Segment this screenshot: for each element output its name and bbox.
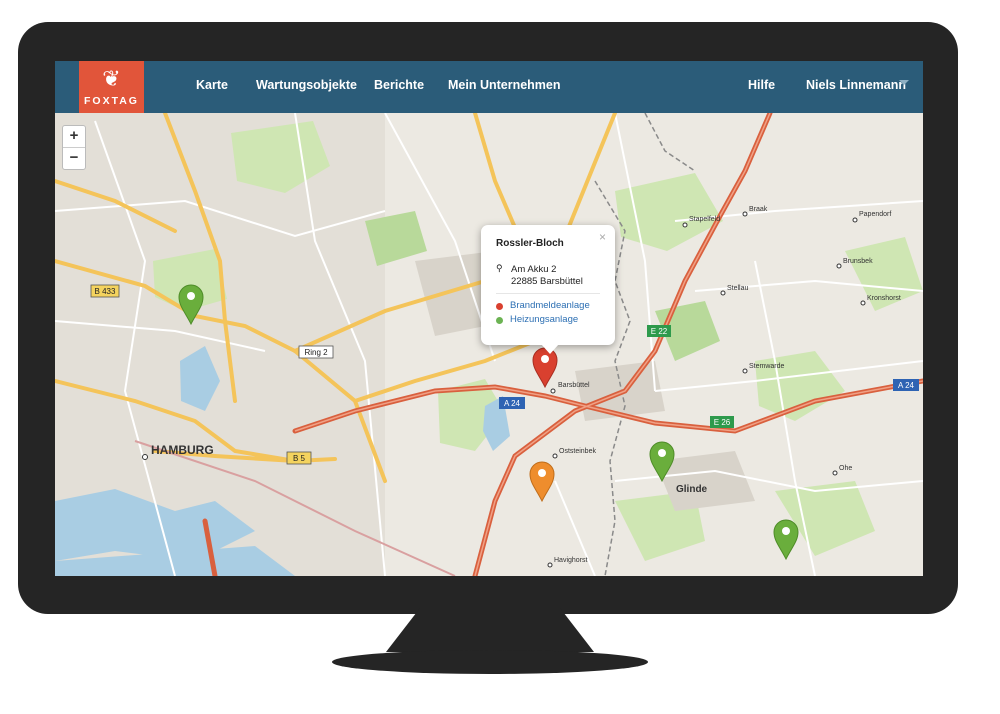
user-menu[interactable]: Niels Linnemann <box>806 78 906 92</box>
status-dot-green <box>496 317 503 324</box>
road-shield-e26: E 26 <box>710 416 734 428</box>
chevron-down-icon[interactable] <box>899 80 909 85</box>
road-shield-a24-right: A 24 <box>893 379 919 391</box>
place-ohe: Ohe <box>839 465 852 472</box>
nav-item-karte[interactable]: Karte <box>196 78 228 92</box>
popup-tip <box>541 344 559 354</box>
road-shield-e22: E 22 <box>647 325 671 337</box>
zoom-out-button[interactable]: − <box>63 148 85 169</box>
monitor-stand <box>332 608 648 674</box>
place-stapelfeld: Stapelfeld <box>689 216 720 223</box>
svg-text:Ring 2: Ring 2 <box>304 348 328 357</box>
place-papendorf: Papendorf <box>859 211 891 218</box>
svg-text:B 5: B 5 <box>293 454 306 463</box>
nav-item-berichte[interactable]: Berichte <box>374 78 424 92</box>
popup-address-line1: Am Akku 2 <box>511 264 557 275</box>
top-navbar: ❦ FOXTAG Karte Wartungsobjekte Berichte … <box>55 61 923 113</box>
svg-text:E 26: E 26 <box>714 418 731 427</box>
place-glinde: Glinde <box>676 484 708 495</box>
link-heizungsanlage[interactable]: Heizungsanlage <box>510 314 578 325</box>
place-havighorst: Havighorst <box>554 557 588 564</box>
popup-divider <box>496 293 600 294</box>
app-screen: B 433 Ring 2 B 5 A 24 A 24 E 22 E 26 HAM… <box>55 61 923 576</box>
svg-text:E 22: E 22 <box>651 327 668 336</box>
nav-item-hilfe[interactable]: Hilfe <box>748 78 775 92</box>
svg-text:B 433: B 433 <box>95 287 116 296</box>
road-shield-ring2: Ring 2 <box>298 345 334 359</box>
status-dot-red <box>496 303 503 310</box>
popup-address-line2: 22885 Barsbüttel <box>511 276 583 287</box>
link-brandmeldeanlage[interactable]: Brandmeldeanlage <box>510 300 590 311</box>
nav-item-mein-unternehmen[interactable]: Mein Unternehmen <box>448 78 561 92</box>
place-barsbuettel: Barsbüttel <box>558 382 590 389</box>
fox-logo-icon: ❦ <box>102 66 121 91</box>
foxtag-logo[interactable]: ❦ FOXTAG <box>79 61 144 113</box>
place-brunsbek: Brunsbek <box>843 258 873 265</box>
place-stellau: Stellau <box>727 285 749 292</box>
zoom-in-button[interactable]: + <box>63 126 85 147</box>
place-kronshorst: Kronshorst <box>867 295 901 302</box>
place-braak: Braak <box>749 206 768 213</box>
place-hamburg: HAMBURG <box>151 443 214 457</box>
logo-text: FOXTAG <box>84 95 139 107</box>
close-icon[interactable]: × <box>599 230 606 244</box>
road-shield-a24-center: A 24 <box>499 397 525 409</box>
place-oststeinbek: Oststeinbek <box>559 448 596 455</box>
road-shield-b5: B 5 <box>286 451 312 465</box>
svg-text:A 24: A 24 <box>898 381 915 390</box>
popup-title: Rossler-Bloch <box>496 238 564 249</box>
zoom-control: + − <box>62 125 86 170</box>
location-pin-icon: ⚲ <box>496 263 503 273</box>
place-stemwarde: Stemwarde <box>749 363 785 370</box>
nav-item-wartungsobjekte[interactable]: Wartungsobjekte <box>256 78 357 92</box>
svg-text:A 24: A 24 <box>504 399 521 408</box>
road-shield-b433: B 433 <box>90 284 120 298</box>
marker-popup: Rossler-Bloch × ⚲ Am Akku 2 22885 Barsbü… <box>481 225 615 354</box>
